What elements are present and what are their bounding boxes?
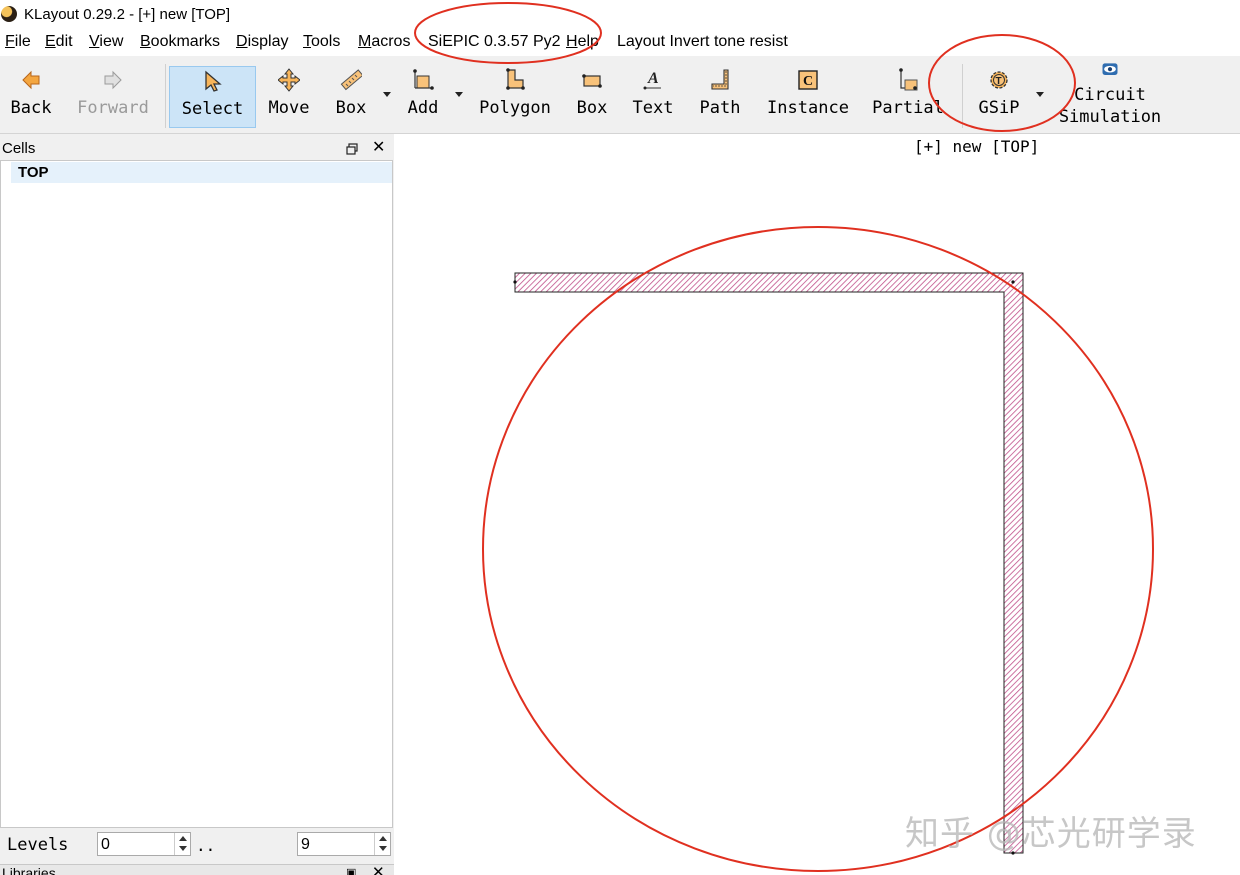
- partial-edit-icon: [899, 68, 918, 91]
- float-panel-icon[interactable]: ▣: [346, 866, 356, 875]
- cell-tree-item-label: TOP: [18, 164, 49, 181]
- waveguide-shape[interactable]: [514, 272, 1024, 854]
- move-mode-button[interactable]: Move: [262, 66, 316, 128]
- levels-label: Levels: [7, 835, 69, 855]
- libraries-panel-title: Libraries: [2, 865, 56, 875]
- circuit-simulation-button[interactable]: Circuit Simulation: [1058, 60, 1162, 127]
- add-button[interactable]: Add: [398, 66, 448, 128]
- menu-tools[interactable]: Tools: [303, 33, 340, 51]
- window-title: KLayout 0.29.2 - [+] new [TOP]: [24, 6, 231, 23]
- box-icon: [582, 74, 602, 88]
- close-panel-icon[interactable]: ✕: [372, 139, 385, 157]
- gsip-dropdown-arrow[interactable]: [1036, 92, 1044, 97]
- gsip-label: GSiP: [978, 98, 1020, 118]
- levels-min-stepper[interactable]: [174, 833, 190, 855]
- gear-t-icon: T: [990, 71, 1008, 89]
- menu-view[interactable]: View: [89, 33, 123, 51]
- instance-label: Instance: [767, 98, 849, 118]
- menu-macros[interactable]: Macros: [358, 33, 410, 51]
- back-button[interactable]: Back: [6, 66, 56, 128]
- libraries-panel-header: Libraries ▣ ✕: [0, 864, 394, 875]
- partial-label: Partial: [872, 98, 944, 118]
- waveguide-endpoint: [513, 280, 517, 284]
- menu-bookmarks[interactable]: Bookmarks: [140, 33, 220, 51]
- forward-button[interactable]: Forward: [76, 66, 150, 128]
- menu-help[interactable]: Help: [566, 33, 599, 51]
- circuit-simulation-label: Circuit Simulation: [1058, 84, 1162, 128]
- levels-min-value: 0: [101, 836, 110, 853]
- layout-view[interactable]: [398, 134, 1240, 875]
- toolbar-separator: [165, 64, 166, 128]
- add-dropdown-arrow[interactable]: [455, 92, 463, 97]
- box-ruler-label: Box: [335, 98, 367, 118]
- close-panel-icon[interactable]: ✕: [372, 865, 385, 875]
- float-panel-icon[interactable]: [346, 143, 358, 155]
- levels-max-value: 9: [301, 836, 310, 853]
- text-a-icon: A: [643, 70, 661, 90]
- svg-text:C: C: [803, 74, 813, 89]
- main-toolbar: Back Forward Select Move Box Add Polygon…: [0, 56, 1240, 134]
- levels-max-stepper[interactable]: [374, 833, 390, 855]
- svg-text:T: T: [996, 76, 1002, 87]
- polygon-button[interactable]: Polygon: [475, 66, 555, 128]
- watermark: 知乎 @芯光研学录: [905, 814, 1197, 854]
- layout-canvas[interactable]: [+] new [TOP]: [398, 134, 1240, 875]
- menu-layout-invert-tone-resist[interactable]: Layout Invert tone resist: [617, 33, 788, 51]
- text-label: Text: [632, 98, 674, 118]
- cells-panel-title: Cells: [2, 140, 36, 157]
- menu-bar: File Edit View Bookmarks Display Tools M…: [0, 30, 1240, 56]
- add-points-icon: [413, 69, 434, 90]
- cells-panel: Cells ✕ TOP: [0, 134, 394, 865]
- ruler-icon: [340, 69, 362, 91]
- move-label: Move: [268, 98, 310, 118]
- circuit-label-line1: Circuit: [1074, 85, 1146, 105]
- cursor-arrow-icon: [204, 70, 222, 92]
- menu-edit[interactable]: Edit: [45, 33, 73, 51]
- box-button[interactable]: Box: [572, 66, 612, 128]
- path-button[interactable]: Path: [697, 66, 743, 128]
- path-icon: [711, 69, 729, 90]
- polygon-icon: [506, 68, 525, 90]
- arrow-left-icon: [22, 70, 40, 90]
- menu-file[interactable]: File: [5, 33, 31, 51]
- select-label: Select: [181, 99, 244, 119]
- levels-max-spinbox[interactable]: 9: [297, 832, 391, 856]
- forward-label: Forward: [77, 98, 149, 118]
- cell-tree-item-top[interactable]: TOP: [11, 162, 392, 183]
- gsip-button[interactable]: T GSiP: [974, 66, 1024, 128]
- klayout-logo-icon: [1, 6, 17, 22]
- menu-display[interactable]: Display: [236, 33, 288, 51]
- move-cross-icon: [278, 68, 300, 92]
- select-mode-button[interactable]: Select: [169, 66, 256, 128]
- arrow-right-icon: [104, 70, 122, 90]
- cell-tree[interactable]: TOP: [0, 160, 393, 828]
- partial-edit-button[interactable]: Partial: [872, 66, 944, 128]
- toolbar-separator: [962, 64, 963, 128]
- waveguide-vertex: [1011, 280, 1015, 284]
- levels-separator: ..: [196, 836, 216, 855]
- back-label: Back: [10, 98, 52, 118]
- text-button[interactable]: A Text: [630, 66, 676, 128]
- box-label: Box: [576, 98, 608, 118]
- polygon-label: Polygon: [479, 98, 551, 118]
- path-label: Path: [699, 98, 741, 118]
- menu-siepic[interactable]: SiEPIC 0.3.57 Py2: [428, 33, 561, 51]
- ruler-box-button[interactable]: Box: [327, 66, 375, 128]
- ruler-dropdown-arrow[interactable]: [383, 92, 391, 97]
- add-label: Add: [407, 98, 439, 118]
- levels-row: Levels 0 .. 9: [0, 830, 394, 860]
- instance-button[interactable]: C Instance: [765, 66, 851, 128]
- title-bar: KLayout 0.29.2 - [+] new [TOP]: [0, 0, 1240, 30]
- cells-panel-header: Cells ✕: [0, 137, 394, 159]
- eye-icon: [1102, 63, 1118, 75]
- instance-c-icon: C: [798, 70, 818, 90]
- circuit-label-line2: Simulation: [1058, 107, 1162, 127]
- svg-text:A: A: [647, 70, 659, 87]
- levels-min-spinbox[interactable]: 0: [97, 832, 191, 856]
